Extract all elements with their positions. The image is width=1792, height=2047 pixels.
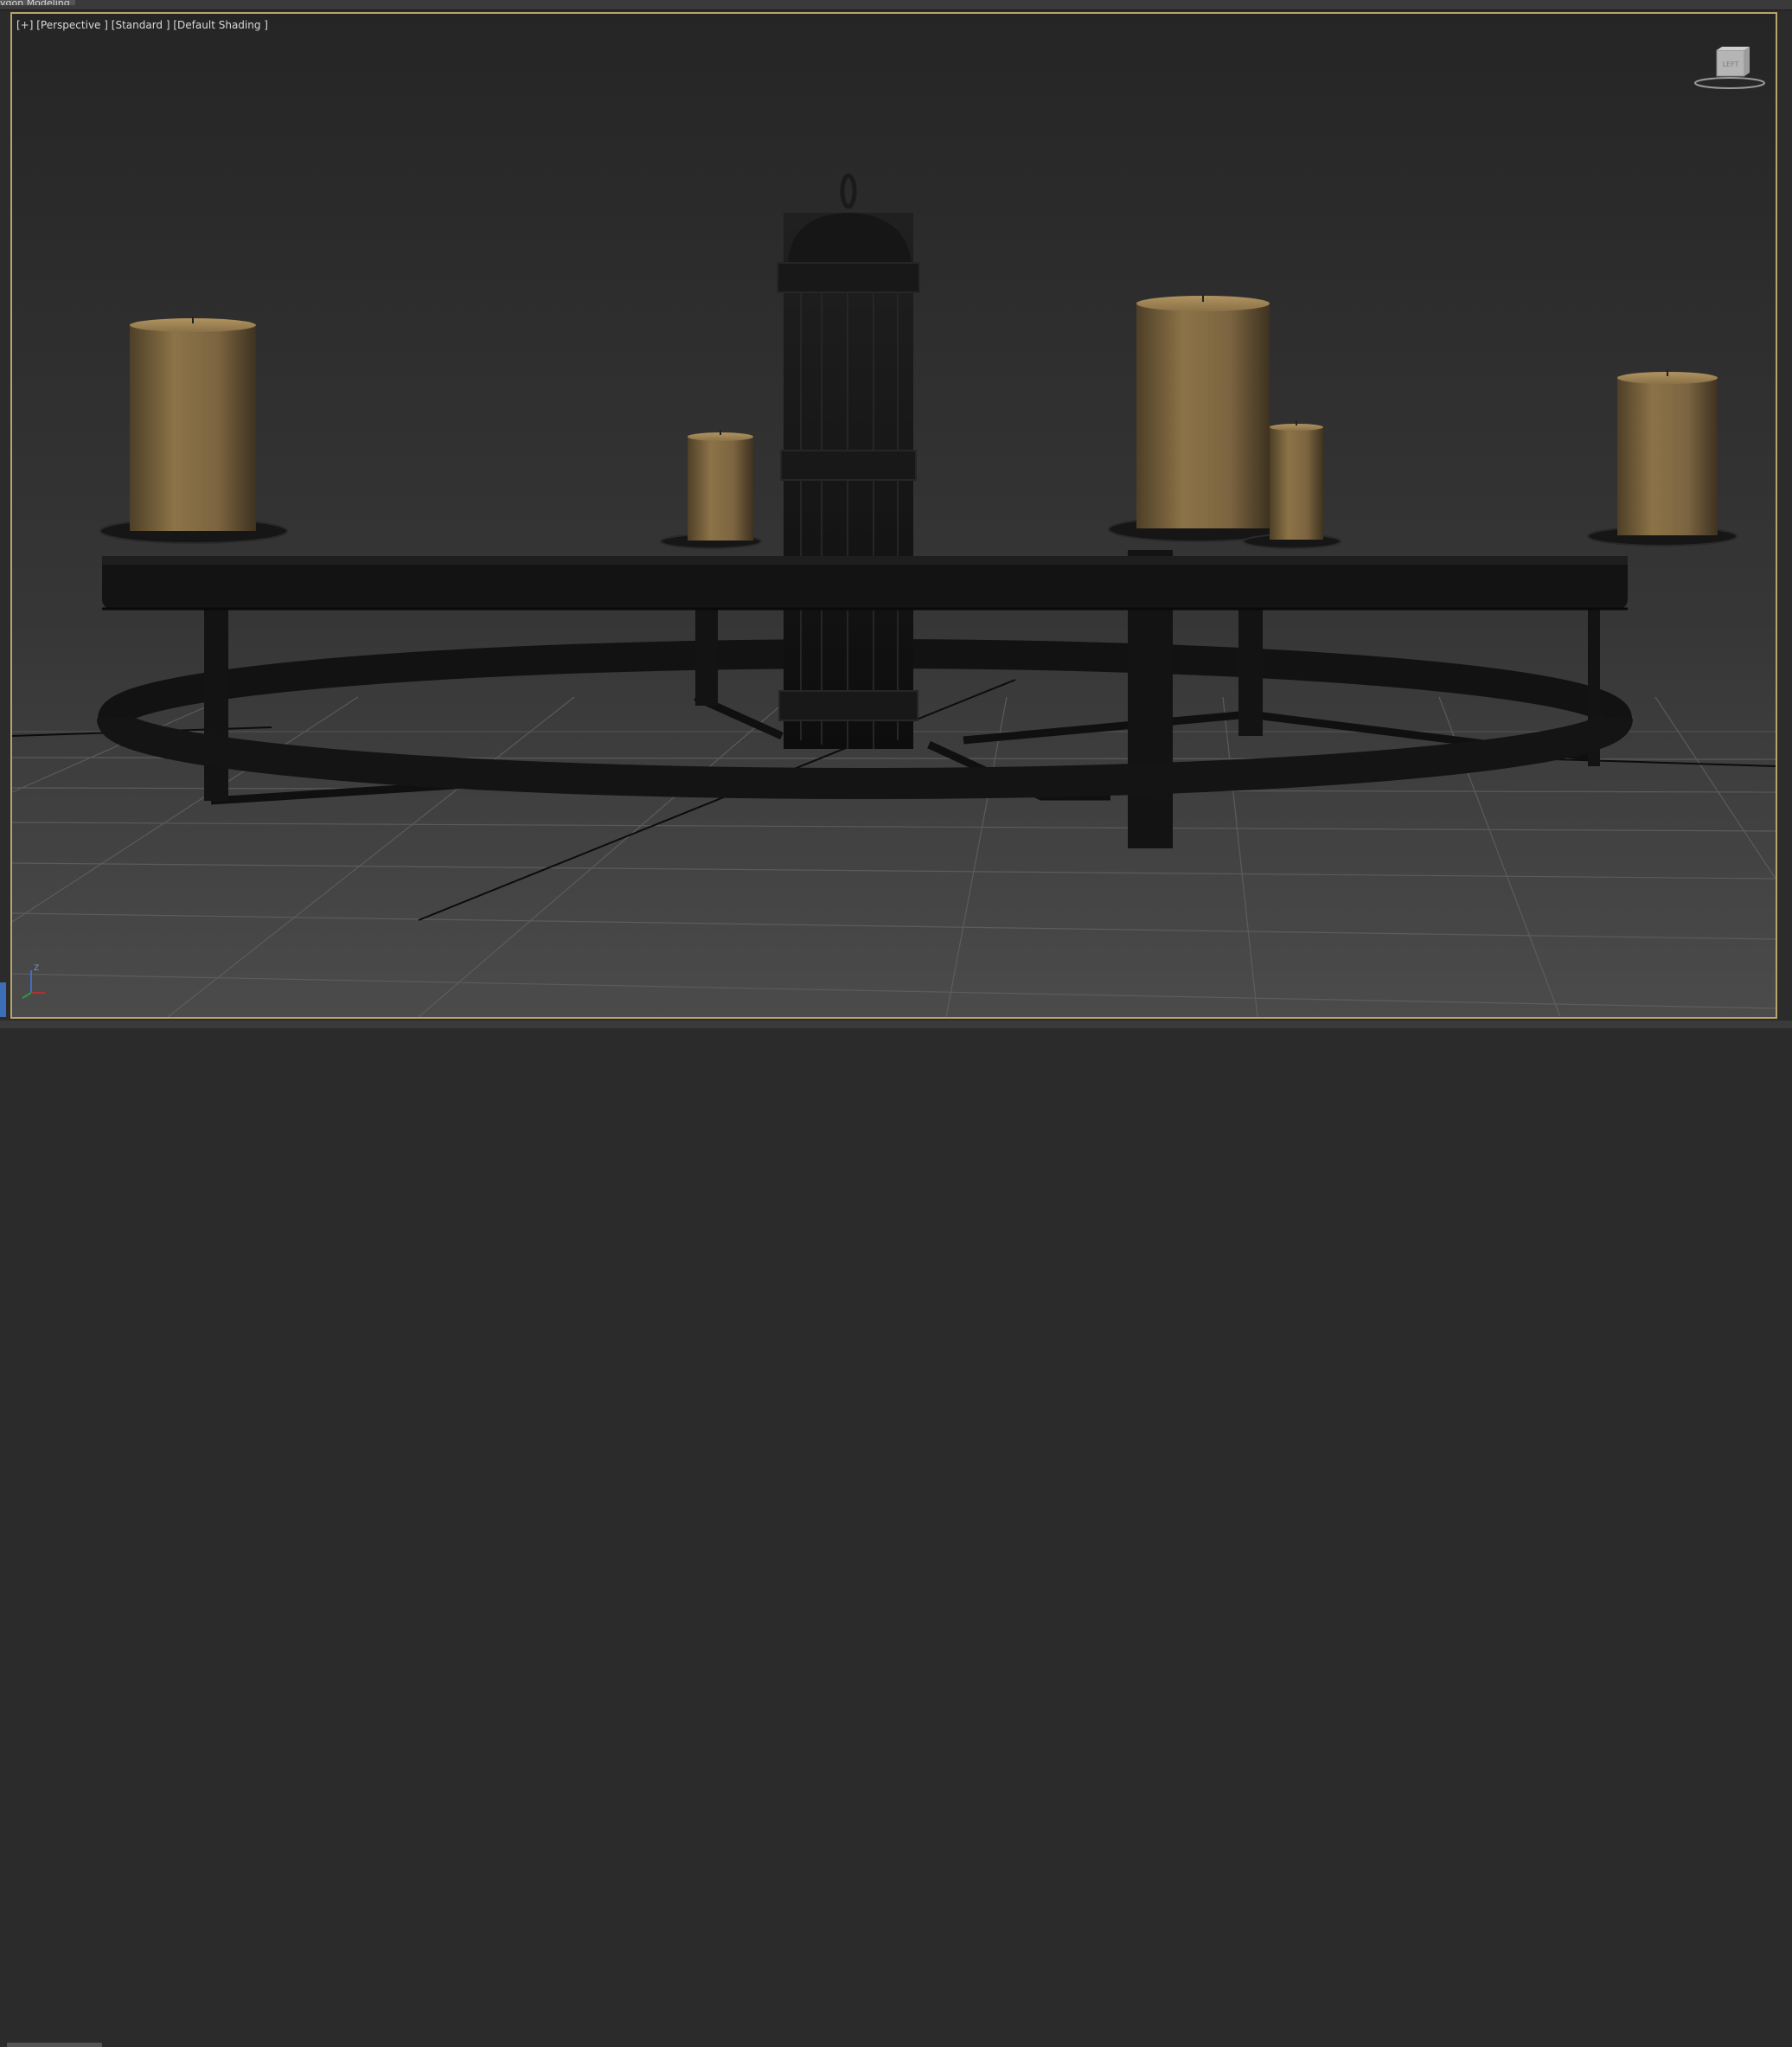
- ribbon-bar: ygon Modeling: [0, 0, 1792, 10]
- candle-right-small: [1270, 420, 1323, 540]
- candle-right-large: [1136, 295, 1270, 528]
- viewport-standard-menu[interactable]: [Standard ]: [112, 19, 170, 31]
- viewcube-icon[interactable]: LEFT: [1691, 45, 1769, 95]
- upper-ring: [102, 556, 1628, 611]
- bottom-bar: [0, 1020, 1792, 2047]
- viewport-menu-plus[interactable]: [+]: [16, 19, 33, 31]
- viewport-point-of-view-menu[interactable]: [Perspective ]: [36, 19, 108, 31]
- time-slider[interactable]: [7, 2043, 102, 2047]
- ribbon-tab-polygon-modeling[interactable]: ygon Modeling: [0, 0, 75, 5]
- candle-center-small: [688, 430, 753, 541]
- left-edge-marker: [0, 982, 6, 1017]
- viewport-label: [+] [Perspective ] [Standard ] [Default …: [16, 19, 268, 31]
- central-column: [777, 173, 920, 749]
- candle-far-right: [1617, 369, 1718, 535]
- axis-tripod-icon: Z: [22, 964, 45, 999]
- axis-z-label: Z: [34, 964, 39, 973]
- scene-render: [12, 14, 1776, 1017]
- candle-left-large: [130, 317, 256, 531]
- perspective-viewport[interactable]: [+] [Perspective ] [Standard ] [Default …: [10, 12, 1777, 1019]
- viewcube-face-label: LEFT: [1723, 61, 1739, 68]
- viewport-shading-menu[interactable]: [Default Shading ]: [173, 19, 268, 31]
